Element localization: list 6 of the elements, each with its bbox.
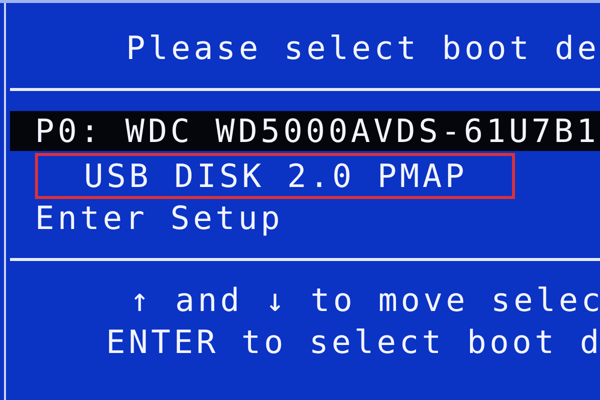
help-text: ↑ and ↓ to move selec	[129, 280, 600, 321]
boot-option[interactable]: P0: WDC WD5000AVDS-61U7B1	[10, 111, 600, 151]
help-text: ENTER to select boot d	[105, 322, 600, 363]
boot-option[interactable]: Enter Setup	[10, 198, 284, 238]
boot-option[interactable]: USB DISK 2.0 PMAP	[36, 154, 514, 198]
menu-title: Please select boot de	[125, 28, 600, 68]
